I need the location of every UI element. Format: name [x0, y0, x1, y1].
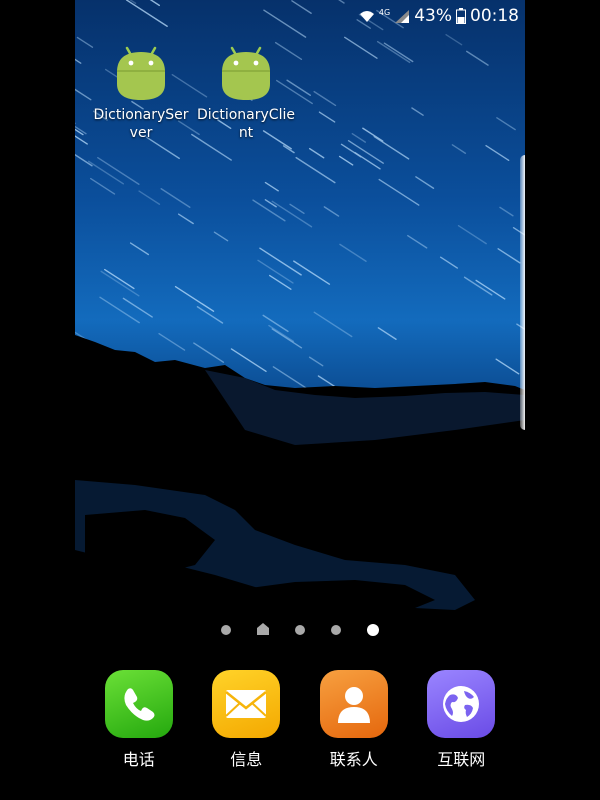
home-page-icon[interactable] [257, 620, 269, 639]
edge-panel-handle[interactable] [520, 155, 525, 430]
app-dictionary-server[interactable]: DictionaryServer [86, 42, 196, 142]
page-dot[interactable] [221, 624, 231, 635]
dock-contacts[interactable]: 联系人 [306, 670, 402, 770]
page-dot-current[interactable] [367, 623, 379, 636]
dock-label: 信息 [230, 750, 263, 769]
dock-messages[interactable]: 信息 [198, 670, 294, 770]
wifi-icon [359, 9, 375, 23]
home-screen: 4G 43% 00:18 DictionaryServer Dictionary… [75, 0, 525, 800]
page-dot[interactable] [331, 624, 341, 635]
battery-percent: 43% [414, 6, 452, 26]
message-icon [212, 670, 281, 738]
app-label: DictionaryServer [93, 107, 189, 141]
android-icon [117, 46, 165, 100]
android-icon [222, 46, 270, 100]
dock-label: 联系人 [329, 750, 378, 769]
clock: 00:18 [470, 6, 519, 26]
app-dictionary-client[interactable]: DictionaryClient [191, 42, 301, 142]
globe-icon [427, 670, 496, 738]
network-type: 4G [378, 7, 391, 17]
signal-icon [394, 9, 410, 23]
page-indicator[interactable] [75, 620, 525, 639]
contact-icon [319, 670, 388, 738]
dock-phone[interactable]: 电话 [91, 670, 187, 770]
dock-label: 互联网 [437, 750, 486, 769]
status-bar: 4G 43% 00:18 [359, 4, 519, 28]
app-label: DictionaryClient [197, 107, 295, 141]
phone-icon [104, 670, 173, 738]
dock-label: 电话 [122, 750, 155, 769]
battery-icon [456, 8, 466, 24]
page-dot[interactable] [295, 624, 305, 635]
dock: 电话 信息 联系人 互联网 [75, 670, 525, 770]
dock-internet[interactable]: 互联网 [413, 670, 509, 770]
